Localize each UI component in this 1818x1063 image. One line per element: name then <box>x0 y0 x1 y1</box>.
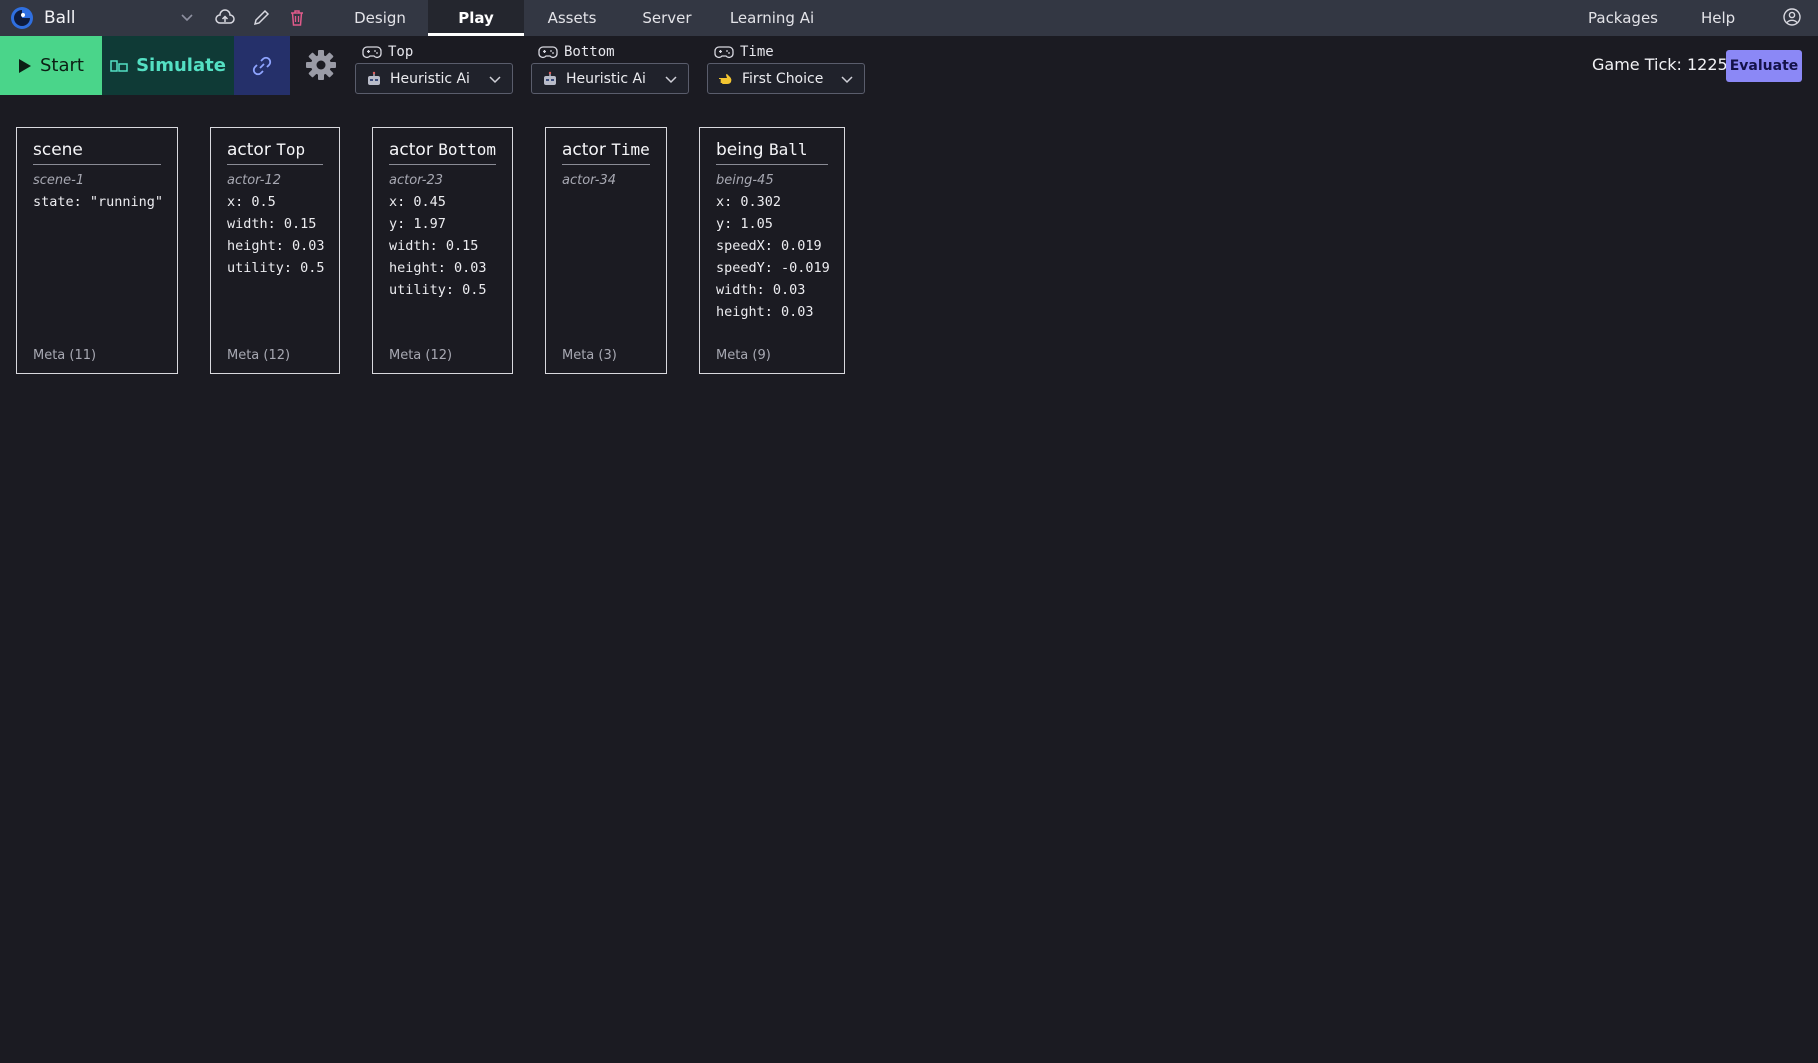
pencil-icon[interactable] <box>251 8 271 28</box>
controller-top-label: Top <box>362 42 413 62</box>
tab-assets[interactable]: Assets <box>530 0 614 36</box>
controller-bottom-select[interactable]: Heuristic Ai <box>531 63 689 94</box>
card-property: height: 0.03 <box>389 260 487 276</box>
card-property: utility: 0.5 <box>227 260 325 276</box>
card-property: height: 0.03 <box>716 304 814 320</box>
card-entity-name: Ball <box>768 140 808 159</box>
top-nav-bar: Ball Design Play Assets Server Learning … <box>0 0 1818 36</box>
entity-card-actor-bottom[interactable]: actor Bottom actor-23 x: 0.45 y: 1.97 wi… <box>372 127 513 374</box>
project-name[interactable]: Ball <box>44 8 76 28</box>
card-property: width: 0.15 <box>389 238 479 254</box>
link-button[interactable] <box>234 36 290 95</box>
card-entity-name: Time <box>611 140 650 159</box>
controller-top-name: Top <box>388 44 414 60</box>
controller-bottom-label: Bottom <box>538 42 615 62</box>
entity-card-scene[interactable]: scene scene-1 state: "running" Meta (11) <box>16 127 178 374</box>
chevron-down-icon <box>489 76 501 84</box>
simulate-button[interactable]: Simulate <box>102 36 234 95</box>
card-property: y: 1.97 <box>389 216 446 232</box>
card-property: height: 0.03 <box>227 238 325 254</box>
card-id: actor-23 <box>389 173 444 188</box>
controller-time-value: First Choice <box>742 70 824 87</box>
chevron-down-icon[interactable] <box>180 10 194 24</box>
card-property: speedY: -0.019 <box>716 260 830 276</box>
card-id: scene-1 <box>33 173 85 188</box>
card-property: width: 0.15 <box>227 216 317 232</box>
card-title: actor Top <box>227 140 323 165</box>
tab-play[interactable]: Play <box>428 0 524 36</box>
chevron-down-icon <box>841 76 853 84</box>
card-property: x: 0.45 <box>389 194 446 210</box>
start-button-label: Start <box>40 55 84 76</box>
controller-bottom-name: Bottom <box>564 44 615 60</box>
card-title: scene <box>33 140 161 165</box>
controller-top-value: Heuristic Ai <box>390 70 470 87</box>
card-meta-link[interactable]: Meta (12) <box>227 348 290 363</box>
pointing-hand-icon <box>719 73 732 84</box>
evaluate-button[interactable]: Evaluate <box>1726 50 1802 82</box>
card-property: y: 1.05 <box>716 216 773 232</box>
gamepad-icon <box>714 46 734 58</box>
card-meta-link[interactable]: Meta (9) <box>716 348 771 363</box>
card-title: being Ball <box>716 140 828 165</box>
card-entity-name: Bottom <box>438 140 497 159</box>
app-logo-icon[interactable] <box>10 6 34 30</box>
card-title: actor Bottom <box>389 140 496 165</box>
simulate-button-label: Simulate <box>136 55 226 76</box>
robot-icon <box>368 71 380 85</box>
cloud-upload-icon[interactable] <box>215 8 235 28</box>
entity-card-actor-time[interactable]: actor Time actor-34 Meta (3) <box>545 127 667 374</box>
card-meta-link[interactable]: Meta (3) <box>562 348 617 363</box>
link-icon <box>252 56 272 75</box>
card-kind: actor <box>389 140 433 160</box>
card-property: speedX: 0.019 <box>716 238 822 254</box>
play-icon <box>19 58 31 73</box>
tab-design[interactable]: Design <box>338 0 422 36</box>
card-property: x: 0.5 <box>227 194 276 210</box>
card-property: state: "running" <box>33 194 164 210</box>
card-meta-link[interactable]: Meta (11) <box>33 348 96 363</box>
card-kind: scene <box>33 140 83 160</box>
controller-bottom-value: Heuristic Ai <box>566 70 646 87</box>
entity-card-being-ball[interactable]: being Ball being-45 x: 0.302 y: 1.05 spe… <box>699 127 845 374</box>
card-property: utility: 0.5 <box>389 282 487 298</box>
game-tick-counter: Game Tick: 1225 <box>1592 55 1728 74</box>
packages-link[interactable]: Packages <box>1588 0 1658 36</box>
entity-card-actor-top[interactable]: actor Top actor-12 x: 0.5 width: 0.15 he… <box>210 127 340 374</box>
gear-icon[interactable] <box>304 48 338 82</box>
trash-icon[interactable] <box>287 8 307 28</box>
card-kind: actor <box>227 140 271 160</box>
controller-time-label: Time <box>714 42 774 62</box>
tab-server[interactable]: Server <box>624 0 710 36</box>
chevron-down-icon <box>665 76 677 84</box>
controller-top-select[interactable]: Heuristic Ai <box>355 63 513 94</box>
card-kind: being <box>716 140 764 160</box>
help-link[interactable]: Help <box>1701 0 1735 36</box>
controller-time-select[interactable]: First Choice <box>707 63 865 94</box>
controller-time-name: Time <box>740 44 774 60</box>
card-id: actor-12 <box>227 173 282 188</box>
card-property: x: 0.302 <box>716 194 782 210</box>
card-id: actor-34 <box>562 173 617 188</box>
card-property: width: 0.03 <box>716 282 806 298</box>
gamepad-icon <box>362 46 382 58</box>
card-id: being-45 <box>716 173 774 188</box>
robot-icon <box>544 71 556 85</box>
gamepad-icon <box>538 46 558 58</box>
card-kind: actor <box>562 140 606 160</box>
start-button[interactable]: Start <box>0 36 102 95</box>
tab-learning-ai[interactable]: Learning Ai <box>720 0 824 36</box>
card-title: actor Time <box>562 140 650 165</box>
card-entity-name: Top <box>276 140 306 159</box>
account-icon[interactable] <box>1782 7 1802 27</box>
card-meta-link[interactable]: Meta (12) <box>389 348 452 363</box>
simulate-icon <box>110 59 128 72</box>
